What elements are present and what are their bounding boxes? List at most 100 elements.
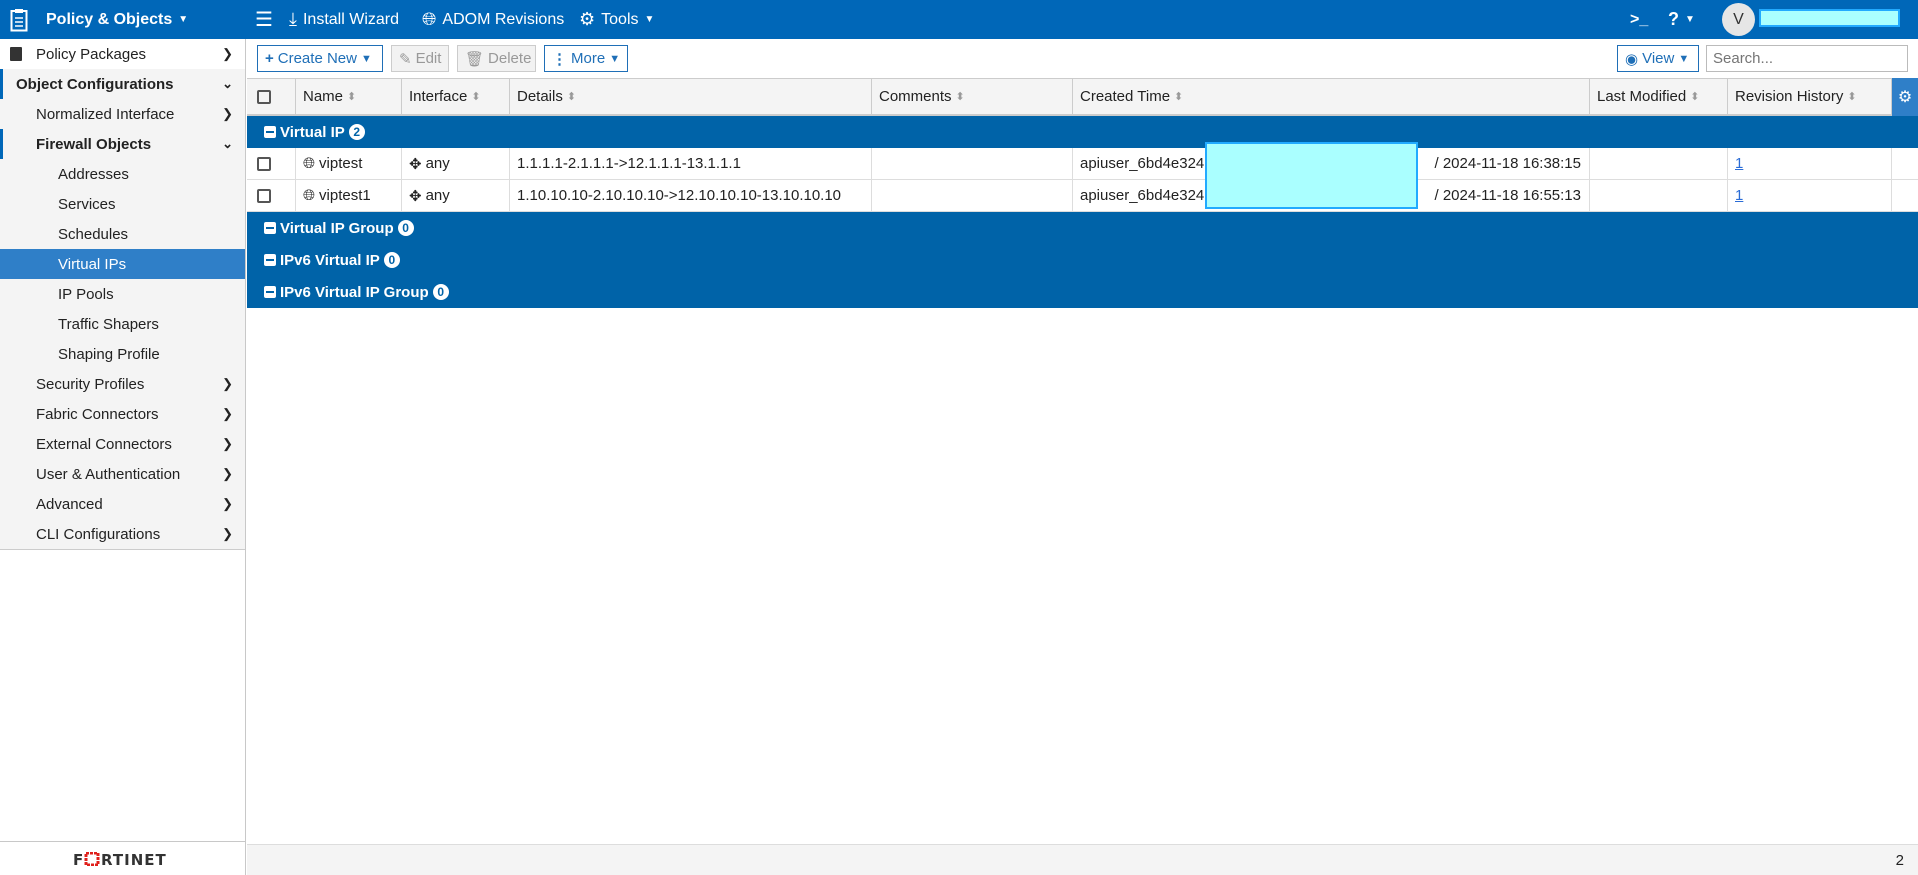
top-bar: Policy & Objects ▼ ☰ ⤓ Install Wizard 🌐︎ AD… [0, 0, 1918, 39]
sort-icon: ⬍ [1690, 91, 1700, 103]
redacted-created-by [1205, 142, 1418, 209]
sidebar-item-normalized-interface[interactable]: Normalized Interface ❯ [0, 99, 245, 129]
virtual-ip-icon: 🌐︎ [303, 155, 316, 172]
chevron-down-icon: ⌄ [222, 136, 233, 151]
sidebar-item-external-connectors[interactable]: External Connectors ❯ [0, 429, 245, 459]
tools-menu[interactable]: ⚙ Tools ▼ [579, 0, 654, 39]
count-badge: 2 [348, 124, 365, 140]
avatar[interactable]: V [1722, 3, 1755, 36]
chevron-down-icon: ▼ [360, 52, 372, 65]
sort-icon: ⬍ [1847, 91, 1857, 103]
collapse-icon [264, 222, 276, 234]
revision-link[interactable]: 1 [1735, 187, 1743, 204]
column-settings-gear-icon[interactable]: ⚙ [1892, 77, 1918, 116]
group-row-ipv6-virtual-ip-group[interactable]: IPv6 Virtual IP Group 0 [247, 276, 1918, 308]
table-row[interactable]: 🌐︎ viptest ✥ any 1.1.1.1-2.1.1.1->12.1.1.1… [247, 148, 1918, 180]
group-row-virtual-ip-group[interactable]: Virtual IP Group 0 [247, 212, 1918, 244]
collapse-icon [264, 286, 276, 298]
fortinet-logo: F RTINET [0, 841, 246, 875]
sort-icon: ⬍ [347, 91, 357, 103]
view-button[interactable]: ◉ View ▼ [1617, 45, 1699, 72]
count-badge: 0 [432, 284, 449, 300]
collapse-icon [264, 254, 276, 266]
row-checkbox[interactable] [247, 180, 296, 211]
status-bar: 2 [247, 844, 1918, 875]
any-interface-icon: ✥ [409, 155, 422, 173]
create-new-button[interactable]: + Create New ▼ [257, 45, 383, 72]
row-checkbox[interactable] [247, 148, 296, 179]
sidebar-item-fabric-connectors[interactable]: Fabric Connectors ❯ [0, 399, 245, 429]
sidebar-item-addresses[interactable]: Addresses [0, 159, 245, 189]
caret-down-icon: ▼ [178, 14, 189, 25]
chevron-right-icon: ❯ [222, 376, 233, 391]
sidebar-item-schedules[interactable]: Schedules [0, 219, 245, 249]
install-wizard-button[interactable]: ⤓ Install Wizard [289, 0, 399, 39]
total-count: 2 [1895, 851, 1904, 869]
module-menu[interactable]: Policy & Objects ▼ [46, 0, 188, 39]
column-header-last-modified[interactable]: Last Modified ⬍ [1590, 79, 1728, 114]
collapse-icon [264, 126, 276, 138]
install-icon: ⤓ [289, 9, 297, 29]
sidebar-item-policy-packages[interactable]: Policy Packages ❯ [0, 39, 245, 69]
sidebar-item-user-authentication[interactable]: User & Authentication ❯ [0, 459, 245, 489]
cli-console-icon[interactable]: >_ [1630, 0, 1648, 39]
revision-link[interactable]: 1 [1735, 155, 1743, 172]
table-header: Name ⬍ Interface ⬍ Details ⬍ Comments ⬍ Crea… [247, 77, 1918, 116]
svg-text:F: F [73, 852, 84, 866]
chevron-right-icon: ❯ [222, 106, 233, 121]
sidebar-item-cli-configurations[interactable]: CLI Configurations ❯ [0, 519, 245, 549]
eye-icon: ◉ [1625, 50, 1639, 68]
table-row[interactable]: 🌐︎ viptest1 ✥ any 1.10.10.10-2.10.10.10->1… [247, 180, 1918, 212]
adom-revisions-button[interactable]: 🌐︎ ADOM Revisions [422, 0, 564, 39]
chevron-down-icon: ⌄ [222, 76, 233, 91]
sidebar-item-advanced[interactable]: Advanced ❯ [0, 489, 245, 519]
select-all-checkbox[interactable] [247, 79, 296, 114]
edit-icon: ✎ [399, 50, 412, 68]
column-header-created-time[interactable]: Created Time ⬍ [1073, 79, 1590, 114]
main-content: + Create New ▼ ✎ Edit 🗑︎ Delete ⋮ More ▼ ◉ View… [247, 39, 1918, 875]
column-header-revision-history[interactable]: Revision History ⬍ [1728, 79, 1892, 114]
column-header-comments[interactable]: Comments ⬍ [872, 79, 1073, 114]
gear-icon: ⚙ [579, 9, 596, 29]
delete-button[interactable]: 🗑︎ Delete [457, 45, 536, 72]
sidebar-item-object-configurations[interactable]: Object Configurations ⌄ [0, 69, 245, 99]
vertical-dots-icon: ⋮ [552, 50, 567, 68]
chevron-right-icon: ❯ [222, 46, 233, 61]
count-badge: 0 [383, 252, 400, 268]
toolbar: + Create New ▼ ✎ Edit 🗑︎ Delete ⋮ More ▼ ◉ View… [247, 39, 1918, 78]
any-interface-icon: ✥ [409, 187, 422, 205]
redacted-username[interactable] [1759, 9, 1900, 27]
sidebar-item-traffic-shapers[interactable]: Traffic Shapers [0, 309, 245, 339]
sort-icon: ⬍ [471, 91, 481, 103]
sidebar-item-ip-pools[interactable]: IP Pools [0, 279, 245, 309]
column-header-details[interactable]: Details ⬍ [510, 79, 872, 114]
package-icon [10, 47, 22, 61]
clipboard-icon [10, 0, 28, 39]
search-input[interactable] [1706, 45, 1908, 72]
group-row-virtual-ip[interactable]: Virtual IP 2 [247, 116, 1918, 148]
more-button[interactable]: ⋮ More ▼ [544, 45, 628, 72]
chevron-right-icon: ❯ [222, 406, 233, 421]
hamburger-menu-icon[interactable]: ☰ [255, 0, 273, 39]
sidebar-item-firewall-objects[interactable]: Firewall Objects ⌄ [0, 129, 245, 159]
group-row-ipv6-virtual-ip[interactable]: IPv6 Virtual IP 0 [247, 244, 1918, 276]
column-header-name[interactable]: Name ⬍ [296, 79, 402, 114]
column-header-interface[interactable]: Interface ⬍ [402, 79, 510, 114]
sort-icon: ⬍ [566, 91, 577, 103]
sidebar-item-services[interactable]: Services [0, 189, 245, 219]
help-menu[interactable]: ? ▼ [1668, 0, 1695, 39]
count-badge: 0 [397, 220, 414, 236]
svg-text:RTINET: RTINET [101, 852, 167, 866]
sidebar-item-virtual-ips[interactable]: Virtual IPs [0, 249, 245, 279]
chevron-right-icon: ❯ [222, 496, 233, 511]
sidebar-item-security-profiles[interactable]: Security Profiles ❯ [0, 369, 245, 399]
virtual-ip-icon: 🌐︎ [303, 187, 316, 204]
chevron-right-icon: ❯ [222, 466, 233, 481]
virtual-ip-table: Name ⬍ Interface ⬍ Details ⬍ Comments ⬍ Crea… [247, 77, 1918, 308]
help-icon: ? [1668, 9, 1679, 29]
sidebar-item-shaping-profile[interactable]: Shaping Profile [0, 339, 245, 369]
chevron-right-icon: ❯ [222, 526, 233, 541]
chevron-right-icon: ❯ [222, 436, 233, 451]
sidebar: Policy Packages ❯ Object Configurations ⌄ … [0, 39, 246, 875]
edit-button[interactable]: ✎ Edit [391, 45, 449, 72]
